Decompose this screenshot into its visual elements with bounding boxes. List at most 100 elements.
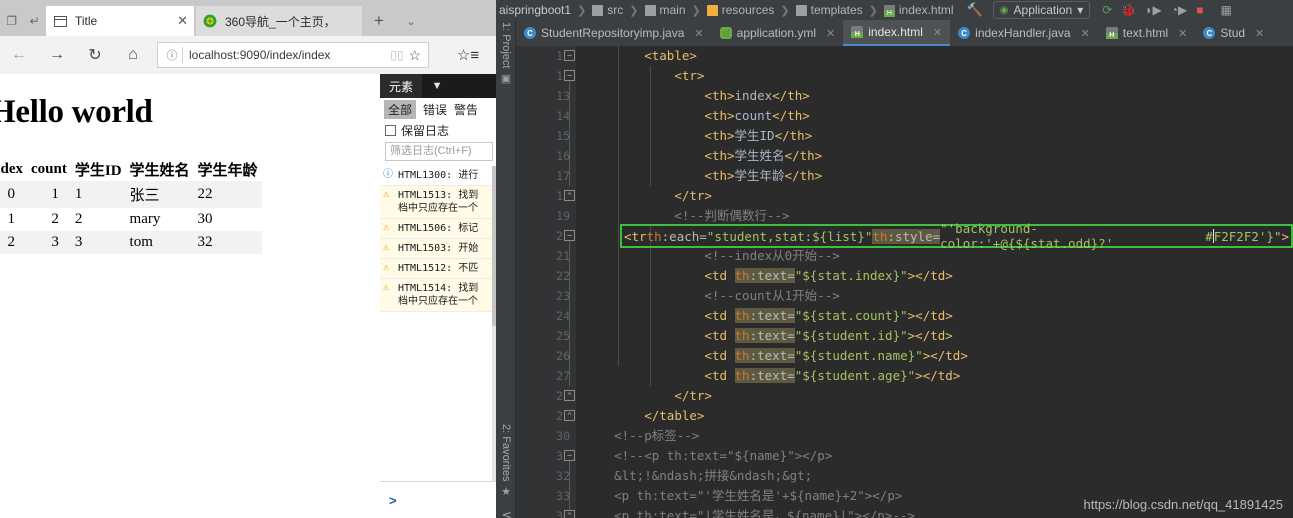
layout-icon[interactable]: ▦ bbox=[1221, 3, 1232, 17]
list-item[interactable]: ⚠ HTML1512: 不匹 bbox=[380, 259, 496, 279]
code-line-22: <td th:text="${stat.index}"></td> bbox=[704, 268, 953, 283]
th-student-name: 学生姓名 bbox=[129, 163, 190, 179]
keep-logs-label: 保留日志 bbox=[401, 123, 450, 138]
table-row: 0 1 1 张三 22 bbox=[0, 181, 262, 208]
stop-icon[interactable]: ■ bbox=[1196, 3, 1203, 17]
console-prompt[interactable]: > bbox=[380, 481, 496, 518]
page-heading: Hello world bbox=[0, 94, 153, 130]
refresh-button[interactable]: ↻ bbox=[76, 36, 114, 74]
breadcrumb-resources[interactable]: resources bbox=[722, 3, 775, 17]
new-tab-button[interactable]: + bbox=[364, 6, 394, 36]
breadcrumb-separator: ❯ bbox=[780, 4, 790, 17]
code-line-13: <th>index</th> bbox=[704, 88, 810, 103]
fold-toggle-icon[interactable]: ⌃ bbox=[564, 510, 575, 518]
breadcrumb-src[interactable]: src bbox=[607, 3, 623, 17]
home-button[interactable]: ⌂ bbox=[114, 36, 152, 74]
fold-toggle-icon[interactable]: − bbox=[564, 70, 575, 81]
code-editor[interactable]: 11 12 13 14 15 16 17 18 19 20 21 22 23 2… bbox=[516, 46, 1293, 518]
students-table: index count 学生ID 学生姓名 学生年龄 0 1 1 张三 22 bbox=[0, 158, 262, 254]
close-icon[interactable]: ✕ bbox=[1178, 27, 1187, 40]
fold-toggle-icon[interactable]: − bbox=[564, 230, 575, 241]
code-text-area[interactable]: <table> <tr> <th>index</th> <th>count</t… bbox=[576, 46, 1293, 518]
info-icon[interactable]: ⓘ bbox=[162, 47, 182, 63]
back-arrow-icon[interactable]: ↵ bbox=[30, 14, 40, 28]
run-config-label: Application bbox=[1013, 3, 1073, 17]
breadcrumb-main[interactable]: main bbox=[660, 3, 686, 17]
address-bar[interactable]: ⓘ localhost:9090/index/index ▯▯ ☆ bbox=[157, 42, 429, 68]
profile-icon[interactable]: ◔▶ bbox=[1171, 3, 1187, 17]
close-icon[interactable]: ✕ bbox=[694, 27, 703, 40]
tab-elements[interactable]: 元素 bbox=[380, 74, 423, 98]
copy-icon[interactable]: ❐ bbox=[6, 14, 17, 28]
log-filter-input[interactable]: 筛选日志(Ctrl+F) bbox=[385, 142, 493, 161]
browser-tab-360[interactable]: 360导航_一个主页， bbox=[196, 6, 362, 36]
code-line-29: </table> bbox=[644, 408, 705, 423]
tab-studentrepositoryimp-java[interactable]: C StudentRepositoryimp.java ✕ bbox=[516, 20, 712, 46]
checkbox-icon[interactable] bbox=[385, 124, 396, 136]
tab-index-html[interactable]: index.html ✕ bbox=[843, 20, 951, 46]
sidebar-item-favorites[interactable]: 2: Favorites ★ bbox=[496, 424, 516, 498]
run-with-coverage-icon[interactable]: ◗▶ bbox=[1145, 3, 1161, 17]
list-item[interactable]: ⚠ HTML1506: 标记 bbox=[380, 219, 496, 239]
book-icon[interactable]: ▯▯ bbox=[390, 48, 403, 62]
list-item[interactable]: ⚠ HTML1513: 找到 档中只应存在一个 bbox=[380, 186, 496, 219]
edge-browser-window: ❐ ↵ Title ✕ 360导航_一个主页， + ⌄ ← → ↻ ⌂ ⓘ lo… bbox=[0, 0, 496, 518]
sidebar-item-project[interactable]: 1: Project ▣ bbox=[496, 22, 516, 85]
run-configuration-selector[interactable]: ◉ Application ▾ bbox=[992, 1, 1091, 19]
tab-application-yml[interactable]: 🌿 application.yml ✕ bbox=[712, 20, 844, 46]
breadcrumb-templates[interactable]: templates bbox=[811, 3, 863, 17]
sidebar-item-web[interactable]: Web bbox=[496, 512, 516, 518]
close-icon[interactable]: ✕ bbox=[177, 13, 188, 29]
close-icon[interactable]: ✕ bbox=[933, 26, 942, 39]
breadcrumb-index-html[interactable]: index.html bbox=[899, 3, 954, 17]
favorites-hub-icon[interactable]: ☆≡ bbox=[455, 42, 481, 68]
forward-button[interactable]: → bbox=[38, 36, 76, 74]
folder-icon bbox=[592, 4, 604, 16]
list-item[interactable]: ⓘ HTML1300: 进行 bbox=[380, 166, 496, 186]
highlighted-code-line[interactable]: <tr th:each= "student,stat:${list}" th:st… bbox=[620, 221, 1293, 251]
debug-icon[interactable]: 🐞 bbox=[1121, 3, 1136, 17]
th-count: count bbox=[31, 161, 67, 177]
java-class-icon: C bbox=[958, 27, 971, 39]
close-icon[interactable]: ✕ bbox=[1081, 27, 1090, 40]
tab-student[interactable]: C Stud ✕ bbox=[1195, 20, 1272, 46]
list-item[interactable]: ⚠ HTML1503: 开始 bbox=[380, 239, 496, 259]
tab-label: StudentRepositoryimp.java bbox=[541, 26, 685, 40]
warning-icon: ⚠ bbox=[383, 189, 390, 200]
fold-toggle-icon[interactable]: − bbox=[564, 450, 575, 461]
breadcrumb-project[interactable]: aispringboot1 bbox=[499, 3, 571, 17]
star-icon[interactable]: ☆ bbox=[408, 47, 421, 64]
web-tool-label: Web bbox=[500, 512, 512, 518]
list-item[interactable]: ⚠ HTML1514: 找到 档中只应存在一个 bbox=[380, 279, 496, 312]
keep-logs-toggle[interactable]: 保留日志 bbox=[380, 120, 496, 140]
level-errors[interactable]: 错误 bbox=[423, 101, 447, 118]
cell-age: 30 bbox=[197, 211, 213, 227]
build-hammer-icon[interactable]: 🔨 bbox=[967, 2, 983, 18]
folder-icon bbox=[644, 4, 656, 16]
close-icon[interactable]: ✕ bbox=[826, 27, 835, 40]
fold-toggle-icon[interactable]: ⌃ bbox=[564, 390, 575, 401]
console-log-list[interactable]: ⓘ HTML1300: 进行 ⚠ HTML1513: 找到 档中只应存在一个 ⚠… bbox=[380, 166, 496, 481]
back-button[interactable]: ← bbox=[0, 36, 38, 74]
fold-toggle-icon[interactable]: ⌃ bbox=[564, 410, 575, 421]
tab-text-html[interactable]: text.html ✕ bbox=[1098, 20, 1196, 46]
folder-icon bbox=[795, 4, 807, 16]
fold-toggle-icon[interactable]: ⌃ bbox=[564, 190, 575, 201]
screenshot-root: ❐ ↵ Title ✕ 360导航_一个主页， + ⌄ ← → ↻ ⌂ ⓘ lo… bbox=[0, 0, 1293, 518]
funnel-icon[interactable]: ▼ bbox=[422, 74, 453, 98]
fold-toggle-icon[interactable]: − bbox=[564, 50, 575, 61]
level-all[interactable]: 全部 bbox=[384, 99, 417, 119]
close-icon[interactable]: ✕ bbox=[1255, 27, 1264, 40]
log-message: HTML1512: 不匹 bbox=[398, 263, 479, 274]
tab-indexhandler-java[interactable]: C indexHandler.java ✕ bbox=[950, 20, 1098, 46]
browser-tab-title[interactable]: Title ✕ bbox=[46, 6, 194, 36]
level-warnings[interactable]: 警告 bbox=[454, 101, 478, 118]
rerun-icon[interactable]: ⟳ bbox=[1102, 3, 1112, 17]
devtools-tab-row: 元素 ▼ bbox=[380, 74, 496, 98]
window-control-buttons[interactable]: ❐ ↵ bbox=[0, 6, 46, 36]
chevron-down-icon[interactable]: ▾ bbox=[1077, 3, 1083, 17]
chevron-down-icon[interactable]: ⌄ bbox=[396, 6, 426, 36]
html-file-icon bbox=[851, 26, 864, 38]
resources-folder-icon bbox=[706, 4, 718, 16]
html-file-icon bbox=[1105, 27, 1118, 39]
